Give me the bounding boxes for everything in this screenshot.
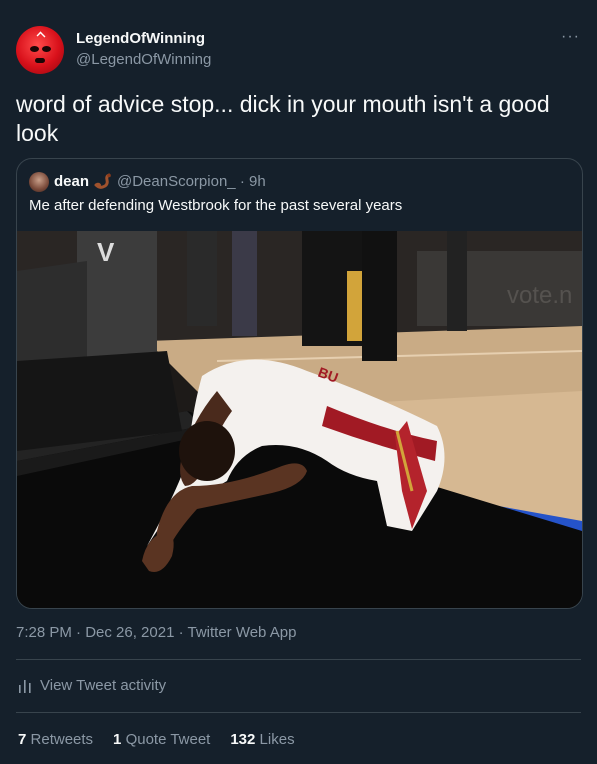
quote-tweets-stat[interactable]: 1 Quote Tweet bbox=[113, 731, 210, 748]
likes-label: Likes bbox=[259, 731, 295, 748]
divider-top bbox=[16, 659, 581, 660]
quoted-avatar[interactable] bbox=[29, 172, 49, 192]
retweets-stat[interactable]: 7 Retweets bbox=[18, 731, 93, 748]
author-display-name[interactable]: LegendOfWinning bbox=[76, 30, 205, 47]
tweet-text: word of advice stop... dick in your mout… bbox=[16, 91, 550, 146]
scorpion-emoji-icon bbox=[94, 173, 111, 189]
tweet-detail: LegendOfWinning @LegendOfWinning ··· wor… bbox=[0, 0, 597, 764]
quoted-text: Me after defending Westbrook for the pas… bbox=[29, 197, 403, 214]
quoted-tweet-card[interactable]: dean @DeanScorpion_ · 9h Me after defend… bbox=[16, 158, 583, 609]
mask-eye-left bbox=[30, 46, 39, 52]
engagement-stats: 7 Retweets 1 Quote Tweet 132 Likes bbox=[18, 731, 295, 748]
tweet-metadata[interactable]: 7:28 PM · Dec 26, 2021 · Twitter Web App bbox=[16, 624, 296, 641]
quoted-time: · 9h bbox=[239, 173, 266, 190]
quoted-handle-time[interactable]: @DeanScorpion_ · 9h bbox=[117, 173, 266, 190]
activity-chart-icon bbox=[19, 679, 31, 693]
wall-banner-text: vote.n bbox=[507, 282, 572, 309]
retweets-count: 7 bbox=[18, 731, 27, 748]
likes-stat[interactable]: 132 Likes bbox=[230, 731, 294, 748]
quoted-display-name[interactable]: dean bbox=[54, 173, 89, 190]
divider-bottom bbox=[16, 712, 581, 713]
likes-count: 132 bbox=[230, 731, 256, 748]
mask-mouth bbox=[35, 58, 45, 63]
view-tweet-activity-link[interactable]: View Tweet activity bbox=[18, 677, 166, 694]
mask-logo-icon bbox=[36, 31, 46, 41]
author-handle[interactable]: @LegendOfWinning bbox=[76, 51, 211, 68]
activity-label: View Tweet activity bbox=[40, 677, 167, 694]
quotes-label: Quote Tweet bbox=[125, 731, 211, 748]
quoted-handle[interactable]: @DeanScorpion_ bbox=[117, 173, 236, 190]
retweets-label: Retweets bbox=[30, 731, 94, 748]
quoted-photo[interactable]: vote.n V BU bbox=[17, 231, 582, 608]
svg-text:V: V bbox=[97, 237, 115, 267]
quotes-count: 1 bbox=[113, 731, 122, 748]
more-options-icon[interactable]: ··· bbox=[561, 28, 580, 46]
author-avatar[interactable] bbox=[16, 26, 64, 74]
mask-eye-right bbox=[42, 46, 51, 52]
